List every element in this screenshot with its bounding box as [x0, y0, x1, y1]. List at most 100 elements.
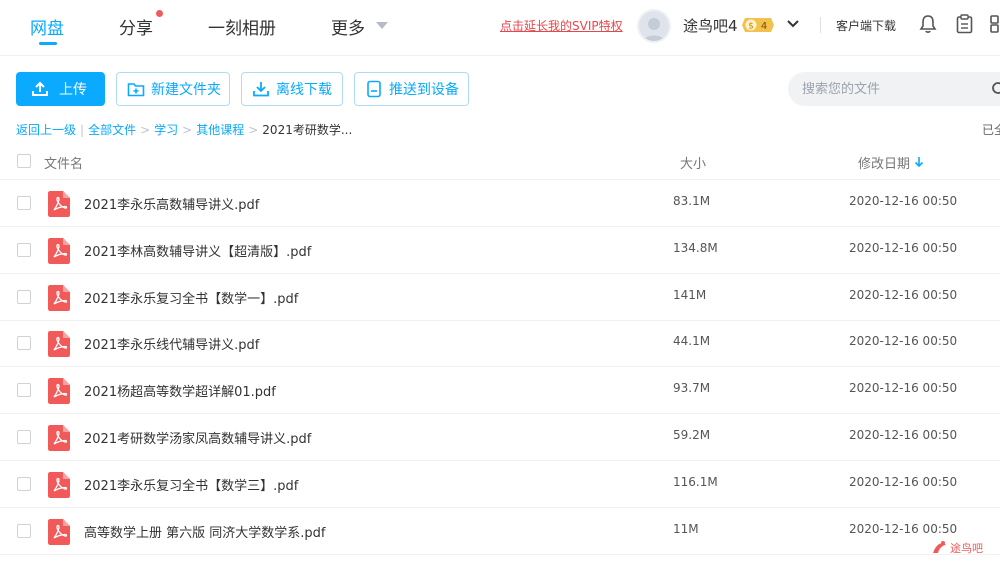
folder-plus-icon: [127, 83, 145, 97]
pdf-file-icon: [48, 425, 70, 451]
download-icon: [253, 82, 269, 97]
file-name[interactable]: 2021李永乐线代辅导讲义.pdf: [84, 334, 259, 353]
divider: [820, 17, 821, 33]
pdf-file-icon: [48, 285, 70, 311]
notification-dot: [156, 10, 163, 17]
breadcrumb-chevron: >: [182, 123, 193, 137]
file-size: 83.1M: [673, 194, 711, 208]
file-size: 93.7M: [673, 381, 711, 395]
svg-text:途鸟吧: 途鸟吧: [950, 541, 983, 555]
svg-text:$: $: [748, 22, 754, 32]
breadcrumb-chevron: >: [140, 123, 151, 137]
select-all-checkbox[interactable]: [17, 154, 31, 168]
table-row[interactable]: 2021李永乐复习全书【数学一】.pdf 141M 2020-12-16 00:50: [0, 274, 1000, 321]
file-name[interactable]: 2021李永乐高数辅导讲义.pdf: [84, 194, 259, 213]
push-device-label: 推送到设备: [389, 82, 459, 98]
upload-icon: [32, 81, 48, 96]
pdf-file-icon: [48, 378, 70, 404]
push-device-button[interactable]: 推送到设备: [354, 72, 469, 106]
loaded-status: 已全: [982, 123, 1000, 137]
search-icon[interactable]: [990, 81, 1000, 97]
breadcrumb-all-files[interactable]: 全部文件: [88, 123, 136, 137]
more-caret-icon: [376, 22, 388, 29]
row-checkbox[interactable]: [17, 383, 31, 397]
chevron-down-icon[interactable]: [786, 17, 800, 31]
avatar-person-icon: [642, 18, 666, 41]
file-name[interactable]: 2021杨超高等数学超详解01.pdf: [84, 381, 276, 400]
pdf-file-icon: [48, 519, 70, 545]
new-folder-label: 新建文件夹: [151, 82, 221, 98]
file-name[interactable]: 2021李永乐复习全书【数学三】.pdf: [84, 475, 298, 494]
row-checkbox[interactable]: [17, 290, 31, 304]
row-checkbox[interactable]: [17, 196, 31, 210]
table-row[interactable]: 2021考研数学汤家凤高数辅导讲义.pdf 59.2M 2020-12-16 00:…: [0, 414, 1000, 461]
new-folder-button[interactable]: 新建文件夹: [116, 72, 230, 106]
breadcrumb-study[interactable]: 学习: [154, 123, 178, 137]
top-navbar: 网盘 分享 一刻相册 更多 点击延长我的SVIP特权 途鸟吧4 $ 4 客户端下…: [0, 0, 1000, 56]
upload-button[interactable]: 上传: [16, 72, 105, 106]
file-name[interactable]: 2021李林高数辅导讲义【超清版】.pdf: [84, 241, 311, 260]
column-header-date[interactable]: 修改日期: [858, 153, 910, 172]
vip-level-badge: $ 4: [742, 18, 774, 32]
file-name[interactable]: 2021李永乐复习全书【数学一】.pdf: [84, 288, 298, 307]
column-header-size[interactable]: 大小: [680, 153, 706, 172]
table-row[interactable]: 2021李永乐高数辅导讲义.pdf 83.1M 2020-12-16 00:50: [0, 180, 1000, 227]
file-size: 141M: [673, 288, 707, 302]
offline-download-label: 离线下载: [276, 82, 332, 98]
search-input[interactable]: [802, 79, 982, 99]
row-checkbox[interactable]: [17, 524, 31, 538]
file-date: 2020-12-16 00:50: [849, 428, 958, 442]
file-date: 2020-12-16 00:50: [849, 522, 958, 536]
grid-icon[interactable]: [990, 14, 1000, 34]
search-box: [788, 72, 1000, 106]
file-date: 2020-12-16 00:50: [849, 381, 958, 395]
table-row[interactable]: 2021李林高数辅导讲义【超清版】.pdf 134.8M 2020-12-16 00…: [0, 227, 1000, 274]
file-date: 2020-12-16 00:50: [849, 288, 958, 302]
nav-share[interactable]: 分享: [119, 14, 153, 39]
pdf-file-icon: [48, 331, 70, 357]
file-size: 11M: [673, 522, 699, 536]
file-size: 134.8M: [673, 241, 718, 255]
svg-text:4: 4: [761, 21, 767, 32]
avatar[interactable]: [637, 9, 671, 43]
table-row[interactable]: 2021李永乐线代辅导讲义.pdf 44.1M 2020-12-16 00:50: [0, 320, 1000, 367]
upload-label: 上传: [59, 82, 87, 98]
breadcrumb: 返回上一级 | 全部文件 > 学习 > 其他课程 >2021考研数学...: [16, 121, 352, 138]
breadcrumb-back-link[interactable]: 返回上一级: [16, 123, 76, 137]
nav-album[interactable]: 一刻相册: [208, 14, 276, 39]
breadcrumb-divider: |: [80, 123, 85, 137]
file-date: 2020-12-16 00:50: [849, 334, 958, 348]
row-checkbox[interactable]: [17, 477, 31, 491]
table-header: 文件名 大小 修改日期: [0, 142, 1000, 180]
row-checkbox[interactable]: [17, 430, 31, 444]
file-name[interactable]: 高等数学上册 第六版 同济大学数学系.pdf: [84, 522, 325, 541]
pdf-file-icon: [48, 191, 70, 217]
breadcrumb-other-courses[interactable]: 其他课程: [196, 123, 244, 137]
column-header-name[interactable]: 文件名: [44, 153, 83, 172]
nav-netdisk[interactable]: 网盘: [30, 14, 64, 39]
table-row[interactable]: 2021杨超高等数学超详解01.pdf 93.7M 2020-12-16 00:50: [0, 367, 1000, 414]
offline-download-button[interactable]: 离线下载: [241, 72, 343, 106]
watermark-logo: 途鸟吧: [933, 541, 983, 555]
device-icon: [367, 80, 381, 98]
clipboard-icon[interactable]: [956, 14, 973, 34]
svip-renew-link[interactable]: 点击延长我的SVIP特权: [500, 17, 623, 34]
table-row[interactable]: 高等数学上册 第六版 同济大学数学系.pdf 11M 2020-12-16 00:5…: [0, 508, 1000, 555]
file-name[interactable]: 2021考研数学汤家凤高数辅导讲义.pdf: [84, 428, 311, 447]
client-download-link[interactable]: 客户端下载: [836, 17, 896, 34]
breadcrumb-chevron: >: [248, 123, 259, 137]
sort-desc-icon[interactable]: [914, 156, 924, 168]
file-size: 59.2M: [673, 428, 711, 442]
nav-active-indicator: [39, 42, 57, 45]
nav-more[interactable]: 更多: [331, 14, 365, 39]
row-checkbox[interactable]: [17, 243, 31, 257]
breadcrumb-current: 2021考研数学...: [262, 123, 353, 137]
row-checkbox[interactable]: [17, 336, 31, 350]
file-size: 44.1M: [673, 334, 711, 348]
bell-icon[interactable]: [919, 14, 937, 34]
username[interactable]: 途鸟吧4: [683, 15, 738, 36]
file-date: 2020-12-16 00:50: [849, 475, 958, 489]
file-date: 2020-12-16 00:50: [849, 241, 958, 255]
pdf-file-icon: [48, 472, 70, 498]
table-row[interactable]: 2021李永乐复习全书【数学三】.pdf 116.1M 2020-12-16 00:…: [0, 461, 1000, 508]
